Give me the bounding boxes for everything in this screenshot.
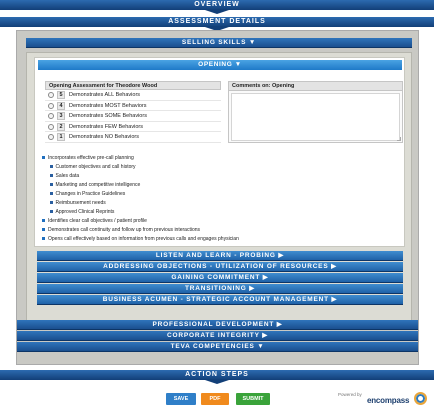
chevron-right-icon: ▶ [278, 252, 285, 259]
rating-score: 4 [57, 101, 65, 110]
behavior-subitem: Customer objectives and call history [50, 164, 136, 170]
assessment-details-container: SELLING SKILLS ▼ OPENING ▼ Opening Asses… [16, 30, 419, 365]
section-teva-competencies[interactable]: TEVA COMPETENCIES ▼ [17, 342, 418, 352]
save-button[interactable]: SAVE [166, 393, 196, 405]
rating-score: 2 [57, 122, 65, 131]
bullet-icon [50, 174, 53, 177]
behavior-subitem: Sales data [50, 173, 79, 179]
behavior-item: Demonstrates call continuity and follow … [42, 227, 200, 233]
assessment-details-header[interactable]: ASSESSMENT DETAILS [0, 17, 434, 31]
bullet-icon [42, 237, 45, 241]
section-addressing-objections[interactable]: ADDRESSING OBJECTIONS - UTILIZATION OF R… [37, 262, 403, 272]
rating-radio-2[interactable] [48, 123, 54, 130]
rating-score: 1 [57, 133, 65, 141]
resize-handle-icon[interactable] [397, 137, 401, 141]
section-gaining-commitment[interactable]: GAINING COMMITMENT ▶ [37, 273, 403, 283]
opening-arrow-icon: ▼ [234, 61, 242, 68]
section-professional-development[interactable]: PROFESSIONAL DEVELOPMENT ▶ [17, 320, 418, 330]
rating-row[interactable]: 4 Demonstrates MOST Behaviors [45, 101, 221, 111]
encompass-logo-icon [414, 392, 427, 405]
rating-label: Demonstrates MOST Behaviors [69, 102, 147, 109]
section-business-acumen[interactable]: BUSINESS ACUMEN - STRATEGIC ACCOUNT MANA… [37, 295, 403, 305]
comments-textarea[interactable] [231, 93, 400, 141]
behavior-subitem: Changes in Practice Guidelines [50, 191, 125, 197]
selling-skills-label: SELLING SKILLS [181, 39, 247, 46]
pdf-button[interactable]: PDF [201, 393, 229, 405]
powered-by-label: Powered by [338, 392, 362, 397]
assessment-details-header-label: ASSESSMENT DETAILS [168, 18, 266, 25]
overview-header[interactable]: OVERVIEW [0, 0, 434, 14]
rating-label: Demonstrates NO Behaviors [69, 134, 139, 140]
rating-score: 3 [57, 112, 65, 120]
chevron-right-icon: ▶ [249, 285, 256, 292]
rating-row[interactable]: 5 Demonstrates ALL Behaviors [45, 90, 221, 101]
rating-label: Demonstrates ALL Behaviors [69, 92, 141, 98]
chevron-right-icon: ▶ [331, 296, 338, 303]
section-listen-and-learn[interactable]: LISTEN AND LEARN - PROBING ▶ [37, 251, 403, 261]
selling-skills-content: OPENING ▼ Opening Assessment for Theodor… [26, 52, 412, 324]
rating-radio-3[interactable] [48, 113, 54, 119]
bullet-icon [42, 156, 45, 160]
chevron-right-icon: ▶ [262, 332, 269, 339]
behavior-item: Incorporates effective pre-call planning [42, 155, 134, 161]
rating-label: Demonstrates FEW Behaviors [69, 123, 143, 130]
opening-panel: OPENING ▼ Opening Assessment for Theodor… [34, 57, 405, 247]
opening-toggle[interactable]: OPENING ▼ [38, 60, 402, 70]
rating-label: Demonstrates SOME Behaviors [69, 113, 147, 119]
behavior-item: Identifies clear call objectives / patie… [42, 218, 147, 224]
comments-title: Comments on: Opening [229, 82, 402, 91]
selling-skills-arrow-icon: ▼ [248, 39, 257, 46]
rating-row[interactable]: 1 Demonstrates NO Behaviors [45, 132, 221, 143]
action-steps-header-notch [202, 379, 232, 384]
chevron-right-icon: ▶ [262, 274, 269, 281]
section-transitioning[interactable]: TRANSITIONING ▶ [37, 284, 403, 294]
chevron-right-icon: ▶ [331, 263, 337, 270]
bullet-icon [50, 210, 53, 213]
behavior-item: Opens call effectively based on informat… [42, 236, 239, 242]
rating-row[interactable]: 3 Demonstrates SOME Behaviors [45, 111, 221, 122]
submit-button[interactable]: SUBMIT [236, 393, 270, 405]
behavior-subitem: Marketing and competitive intelligence [50, 182, 140, 188]
opening-assessment-table: Opening Assessment for Theodore Wood 5 D… [45, 81, 221, 143]
rating-score: 5 [57, 91, 65, 99]
chevron-right-icon: ▶ [276, 321, 283, 328]
overview-header-label: OVERVIEW [194, 1, 240, 8]
assessment-title: Opening Assessment for Theodore Wood [45, 81, 221, 90]
rating-radio-4[interactable] [48, 102, 54, 109]
section-corporate-integrity[interactable]: CORPORATE INTEGRITY ▶ [17, 331, 418, 341]
action-steps-header-label: ACTION STEPS [185, 371, 249, 378]
rating-radio-1[interactable] [48, 134, 54, 140]
behavior-subitem: Reimbursement needs [50, 200, 106, 206]
selling-skills-toggle[interactable]: SELLING SKILLS ▼ [26, 38, 412, 48]
behavior-subitem: Approved Clinical Reprints [50, 209, 114, 215]
action-steps-header[interactable]: ACTION STEPS [0, 370, 434, 384]
opening-comments-box: Comments on: Opening [228, 81, 403, 143]
brand-name: encompass [367, 396, 410, 405]
bullet-icon [42, 228, 45, 232]
bullet-icon [42, 219, 45, 223]
bullet-icon [50, 165, 53, 168]
overview-header-notch [202, 9, 232, 14]
rating-radio-5[interactable] [48, 92, 54, 98]
bullet-icon [50, 183, 53, 186]
bullet-icon [50, 192, 53, 195]
chevron-down-icon: ▼ [257, 343, 265, 350]
rating-row[interactable]: 2 Demonstrates FEW Behaviors [45, 122, 221, 132]
opening-label: OPENING [198, 61, 233, 68]
bullet-icon [50, 201, 53, 204]
